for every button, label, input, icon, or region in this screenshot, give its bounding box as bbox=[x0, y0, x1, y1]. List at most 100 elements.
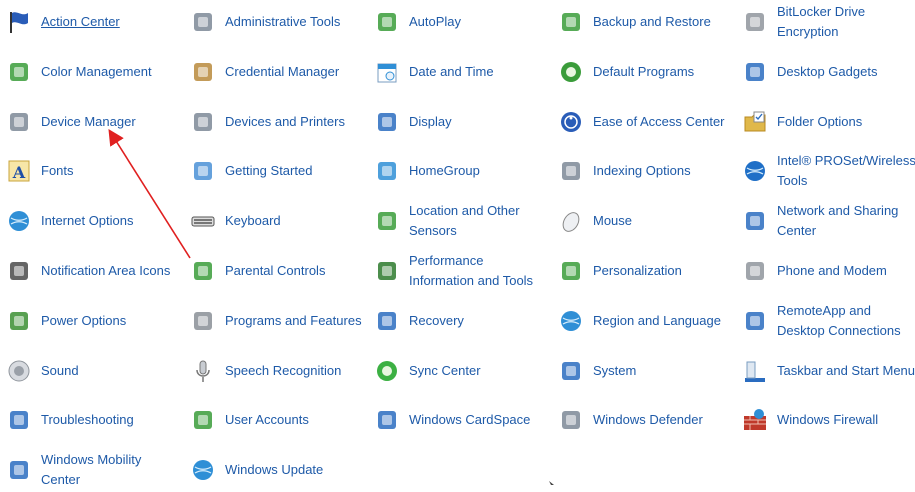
homegroup-icon bbox=[374, 158, 400, 184]
cp-item-autoplay[interactable]: AutoPlay bbox=[368, 0, 552, 44]
cp-item-folder-options[interactable]: Folder Options bbox=[736, 100, 915, 144]
mobility-center-icon bbox=[6, 457, 32, 483]
cp-item-homegroup[interactable]: HomeGroup bbox=[368, 149, 552, 193]
power-options-icon bbox=[6, 308, 32, 334]
cp-item-performance-information-and-tools[interactable]: Performance Information and Tools bbox=[368, 249, 552, 293]
windows-firewall-icon bbox=[742, 407, 768, 433]
cp-item-windows-mobility-center[interactable]: Windows Mobility Center bbox=[0, 448, 184, 492]
cp-item-label: Windows Firewall bbox=[777, 412, 879, 428]
cp-item-windows-update[interactable]: Windows Update bbox=[184, 448, 368, 492]
cp-item-label: Administrative Tools bbox=[225, 14, 341, 29]
cp-item-backup-and-restore[interactable]: Backup and Restore bbox=[552, 0, 736, 44]
cp-item-keyboard[interactable]: Keyboard bbox=[184, 199, 368, 243]
notification-area-icon bbox=[6, 258, 32, 284]
cp-item-indexing-options[interactable]: Indexing Options bbox=[552, 149, 736, 193]
cp-item-label: Speech Recognition bbox=[225, 362, 342, 378]
cp-item-label: Color Management bbox=[41, 63, 152, 79]
cp-item-troubleshooting[interactable]: Troubleshooting bbox=[0, 398, 184, 442]
cp-item-action-center[interactable]: Action Center bbox=[0, 0, 184, 44]
cp-item-notification-area-icons[interactable]: Notification Area Icons bbox=[0, 249, 184, 293]
cp-item-windows-cardspace[interactable]: Windows CardSpace bbox=[368, 398, 552, 442]
cp-item-phone-and-modem[interactable]: Phone and Modem bbox=[736, 249, 915, 293]
cp-item-sync-center[interactable]: Sync Center bbox=[368, 349, 552, 393]
cp-item-label: Taskbar and Start Menu bbox=[777, 362, 915, 378]
cp-item-label: Default Programs bbox=[593, 63, 695, 79]
color-management-icon bbox=[6, 59, 32, 85]
cp-item-default-programs[interactable]: Default Programs bbox=[552, 50, 736, 94]
cp-item-recovery[interactable]: Recovery bbox=[368, 299, 552, 343]
cp-item-fonts[interactable]: A Fonts bbox=[0, 149, 184, 193]
folder-options-icon bbox=[742, 109, 768, 135]
cp-item-internet-options[interactable]: Internet Options bbox=[0, 199, 184, 243]
devices-printers-icon bbox=[190, 109, 216, 135]
intel-wireless-icon bbox=[742, 158, 768, 184]
date-time-icon bbox=[374, 59, 400, 85]
backup-restore-icon bbox=[558, 9, 584, 35]
windows-update-icon bbox=[190, 457, 216, 483]
cp-item-devices-and-printers[interactable]: Devices and Printers bbox=[184, 100, 368, 144]
internet-options-icon bbox=[6, 208, 32, 234]
autoplay-icon bbox=[374, 9, 400, 35]
cp-item-desktop-gadgets[interactable]: Desktop Gadgets bbox=[736, 50, 915, 94]
cp-item-label: System bbox=[593, 362, 637, 378]
cp-item-label: Windows Mobility Center bbox=[41, 452, 142, 488]
control-panel-grid: Action Center Color Management Device Mana… bbox=[0, 0, 915, 487]
cp-item-mouse[interactable]: Mouse bbox=[552, 199, 736, 243]
default-programs-icon bbox=[558, 59, 584, 85]
bitlocker-icon bbox=[742, 9, 768, 35]
cp-item-windows-firewall[interactable]: Windows Firewall bbox=[736, 398, 915, 442]
cp-item-label: Folder Options bbox=[777, 113, 863, 129]
cp-item-sound[interactable]: Sound bbox=[0, 349, 184, 393]
system-icon bbox=[558, 358, 584, 384]
cp-item-user-accounts[interactable]: User Accounts bbox=[184, 398, 368, 442]
cp-item-personalization[interactable]: Personalization bbox=[552, 249, 736, 293]
cp-item-bitlocker-drive-encryption[interactable]: BitLocker Drive Encryption bbox=[736, 0, 915, 44]
cp-item-getting-started[interactable]: Getting Started bbox=[184, 149, 368, 193]
cp-item-label: Troubleshooting bbox=[41, 412, 134, 428]
cp-item-speech-recognition[interactable]: Speech Recognition bbox=[184, 349, 368, 393]
cp-item-location-and-other-sensors[interactable]: Location and Other Sensors bbox=[368, 199, 552, 243]
cp-item-label: Display bbox=[409, 113, 452, 129]
cp-item-label: Power Options bbox=[41, 312, 127, 328]
cp-item-ease-of-access-center[interactable]: Ease of Access Center bbox=[552, 100, 736, 144]
getting-started-icon bbox=[190, 158, 216, 184]
cp-item-device-manager[interactable]: Device Manager bbox=[0, 100, 184, 144]
cardspace-icon bbox=[374, 407, 400, 433]
display-icon bbox=[374, 109, 400, 135]
cp-item-credential-manager[interactable]: Credential Manager bbox=[184, 50, 368, 94]
cp-item-programs-and-features[interactable]: Programs and Features bbox=[184, 299, 368, 343]
cp-item-label: Backup and Restore bbox=[593, 14, 711, 29]
cp-item-parental-controls[interactable]: Parental Controls bbox=[184, 249, 368, 293]
cp-item-intel-proset-wireless-tools[interactable]: Intel® PROSet/Wireless Tools bbox=[736, 149, 915, 193]
cp-item-label: Programs and Features bbox=[225, 312, 362, 328]
cp-item-administrative-tools[interactable]: Administrative Tools bbox=[184, 0, 368, 44]
remoteapp-icon bbox=[742, 308, 768, 334]
cp-item-region-and-language[interactable]: Region and Language bbox=[552, 299, 736, 343]
cp-item-label: Location and Other Sensors bbox=[409, 203, 520, 239]
cp-item-label: HomeGroup bbox=[409, 163, 480, 179]
network-sharing-icon bbox=[742, 208, 768, 234]
region-language-icon bbox=[558, 308, 584, 334]
performance-icon bbox=[374, 258, 400, 284]
cp-item-label: Performance Information and Tools bbox=[409, 253, 534, 288]
cp-item-label: Recovery bbox=[409, 312, 464, 328]
cp-item-label: Internet Options bbox=[41, 213, 134, 229]
cp-item-label: Ease of Access Center bbox=[593, 113, 725, 129]
cp-item-power-options[interactable]: Power Options bbox=[0, 299, 184, 343]
cp-item-windows-defender[interactable]: Windows Defender bbox=[552, 398, 736, 442]
recovery-icon bbox=[374, 308, 400, 334]
cp-item-color-management[interactable]: Color Management bbox=[0, 50, 184, 94]
cp-item-label: Getting Started bbox=[225, 163, 313, 179]
cp-item-system[interactable]: System bbox=[552, 349, 736, 393]
cp-item-label: Region and Language bbox=[593, 312, 721, 328]
cp-item-display[interactable]: Display bbox=[368, 100, 552, 144]
cp-item-network-and-sharing-center[interactable]: Network and Sharing Center bbox=[736, 199, 915, 243]
cp-item-taskbar-and-start-menu[interactable]: Taskbar and Start Menu bbox=[736, 349, 915, 393]
fonts-icon: A bbox=[6, 158, 32, 184]
windows-defender-icon bbox=[558, 407, 584, 433]
cp-item-remoteapp-and-desktop-connections[interactable]: RemoteApp and Desktop Connections bbox=[736, 299, 915, 343]
taskbar-start-menu-icon bbox=[742, 358, 768, 384]
cp-item-date-and-time[interactable]: Date and Time bbox=[368, 50, 552, 94]
phone-modem-icon bbox=[742, 258, 768, 284]
cp-item-label: Indexing Options bbox=[593, 163, 691, 179]
